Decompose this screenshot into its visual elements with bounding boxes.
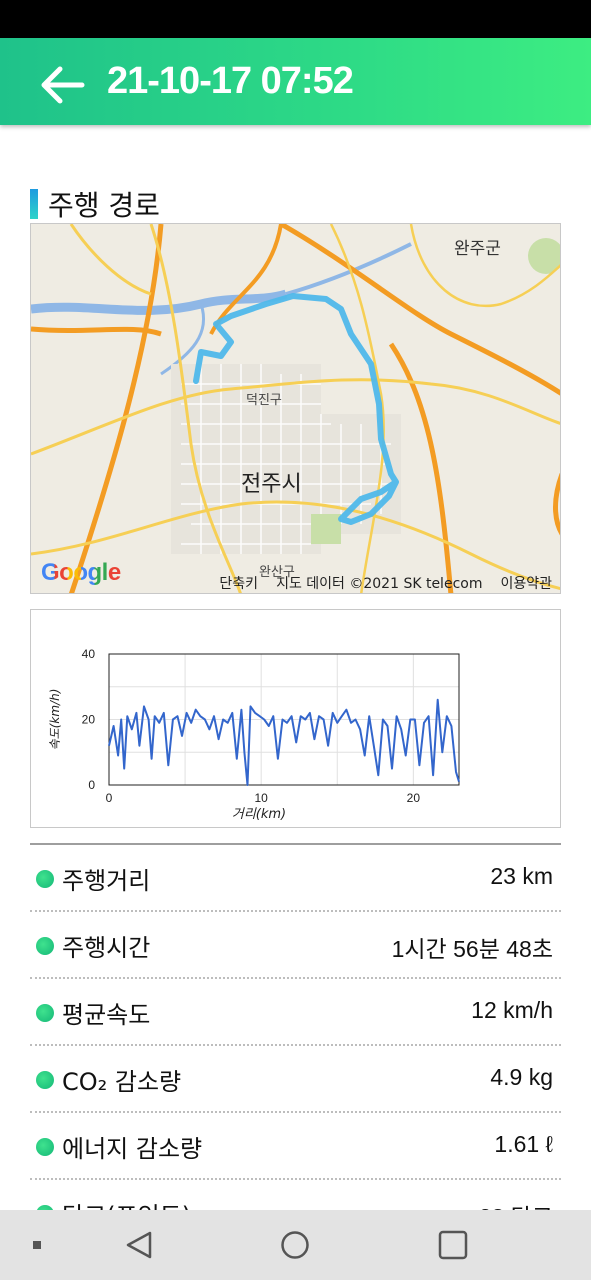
stat-value: 12 km/h — [471, 997, 553, 1023]
back-triangle-icon[interactable] — [126, 1231, 152, 1259]
bullet-dot-icon — [36, 1138, 54, 1156]
stat-label: 주행시간 — [62, 934, 151, 962]
y-tick-label: 40 — [82, 647, 96, 661]
home-circle-icon[interactable] — [281, 1231, 309, 1259]
google-logo: Google — [41, 559, 121, 587]
stat-label: CO₂ 감소량 — [62, 1068, 182, 1096]
map-terms-link[interactable]: 이용약관 — [500, 573, 552, 593]
y-axis-label: 속도(km/h) — [48, 689, 62, 751]
x-tick-label: 10 — [254, 791, 268, 805]
stat-row: CO₂ 감소량 4.9 kg — [30, 1046, 561, 1113]
y-tick-label: 0 — [88, 778, 95, 792]
x-tick-label: 0 — [106, 791, 113, 805]
stat-label: 에너지 감소량 — [62, 1135, 203, 1163]
map-label-wanju: 완주군 — [454, 239, 501, 259]
map-attribution: 지도 데이터 ©2021 SK telecom — [276, 576, 483, 592]
status-bar — [0, 0, 591, 38]
stat-value: 23 km — [490, 863, 553, 889]
stat-label: 주행거리 — [62, 867, 151, 895]
stat-row: 주행시간 1시간 56분 48초 — [30, 912, 561, 979]
x-axis-label: 거리(km) — [232, 807, 286, 822]
speed-series-line — [108, 698, 460, 786]
menu-dot-icon[interactable] — [33, 1241, 41, 1249]
stat-value: 1시간 56분 48초 — [391, 936, 553, 962]
page-title: 21-10-17 07:52 — [107, 60, 354, 102]
map-label-deokjin: 덕진구 — [246, 393, 282, 408]
x-tick-label: 20 — [407, 791, 421, 805]
stat-value: 1.61 ℓ — [494, 1131, 553, 1157]
bullet-dot-icon — [36, 1004, 54, 1022]
map-graphic — [31, 224, 560, 593]
bullet-dot-icon — [36, 870, 54, 888]
map-label-jeonju: 전주시 — [241, 472, 302, 497]
stat-value: 4.9 kg — [490, 1064, 553, 1090]
bullet-dot-icon — [36, 1071, 54, 1089]
system-nav-bar — [0, 1210, 591, 1280]
back-arrow-icon[interactable] — [38, 64, 86, 106]
recents-square-icon[interactable] — [438, 1230, 468, 1260]
map-shortcuts-link[interactable]: 단축키 — [219, 573, 258, 593]
stat-label: 평균속도 — [62, 1001, 151, 1029]
y-tick-label: 20 — [82, 713, 96, 727]
route-map[interactable]: 완주군 덕진구 전주시 완산구 Google 단축키 지도 데이터 ©2021 … — [30, 223, 561, 594]
speed-chart-svg: 0 10 20 0 20 40 거리(km) 속도(km/h) — [48, 647, 460, 822]
stat-row: 평균속도 12 km/h — [30, 979, 561, 1046]
bullet-dot-icon — [36, 937, 54, 955]
app-bar: 21-10-17 07:52 — [0, 38, 591, 125]
stat-row: 에너지 감소량 1.61 ℓ — [30, 1113, 561, 1180]
stat-row: 주행거리 23 km — [30, 845, 561, 912]
google-logo-text: Google — [41, 559, 121, 586]
route-section-title: 주행 경로 — [48, 189, 160, 222]
speed-chart: 0 10 20 0 20 40 거리(km) 속도(km/h) — [30, 609, 561, 828]
section-accent-bar — [30, 189, 38, 219]
map-footer: 단축키 지도 데이터 ©2021 SK telecom 이용약관 — [219, 573, 552, 593]
